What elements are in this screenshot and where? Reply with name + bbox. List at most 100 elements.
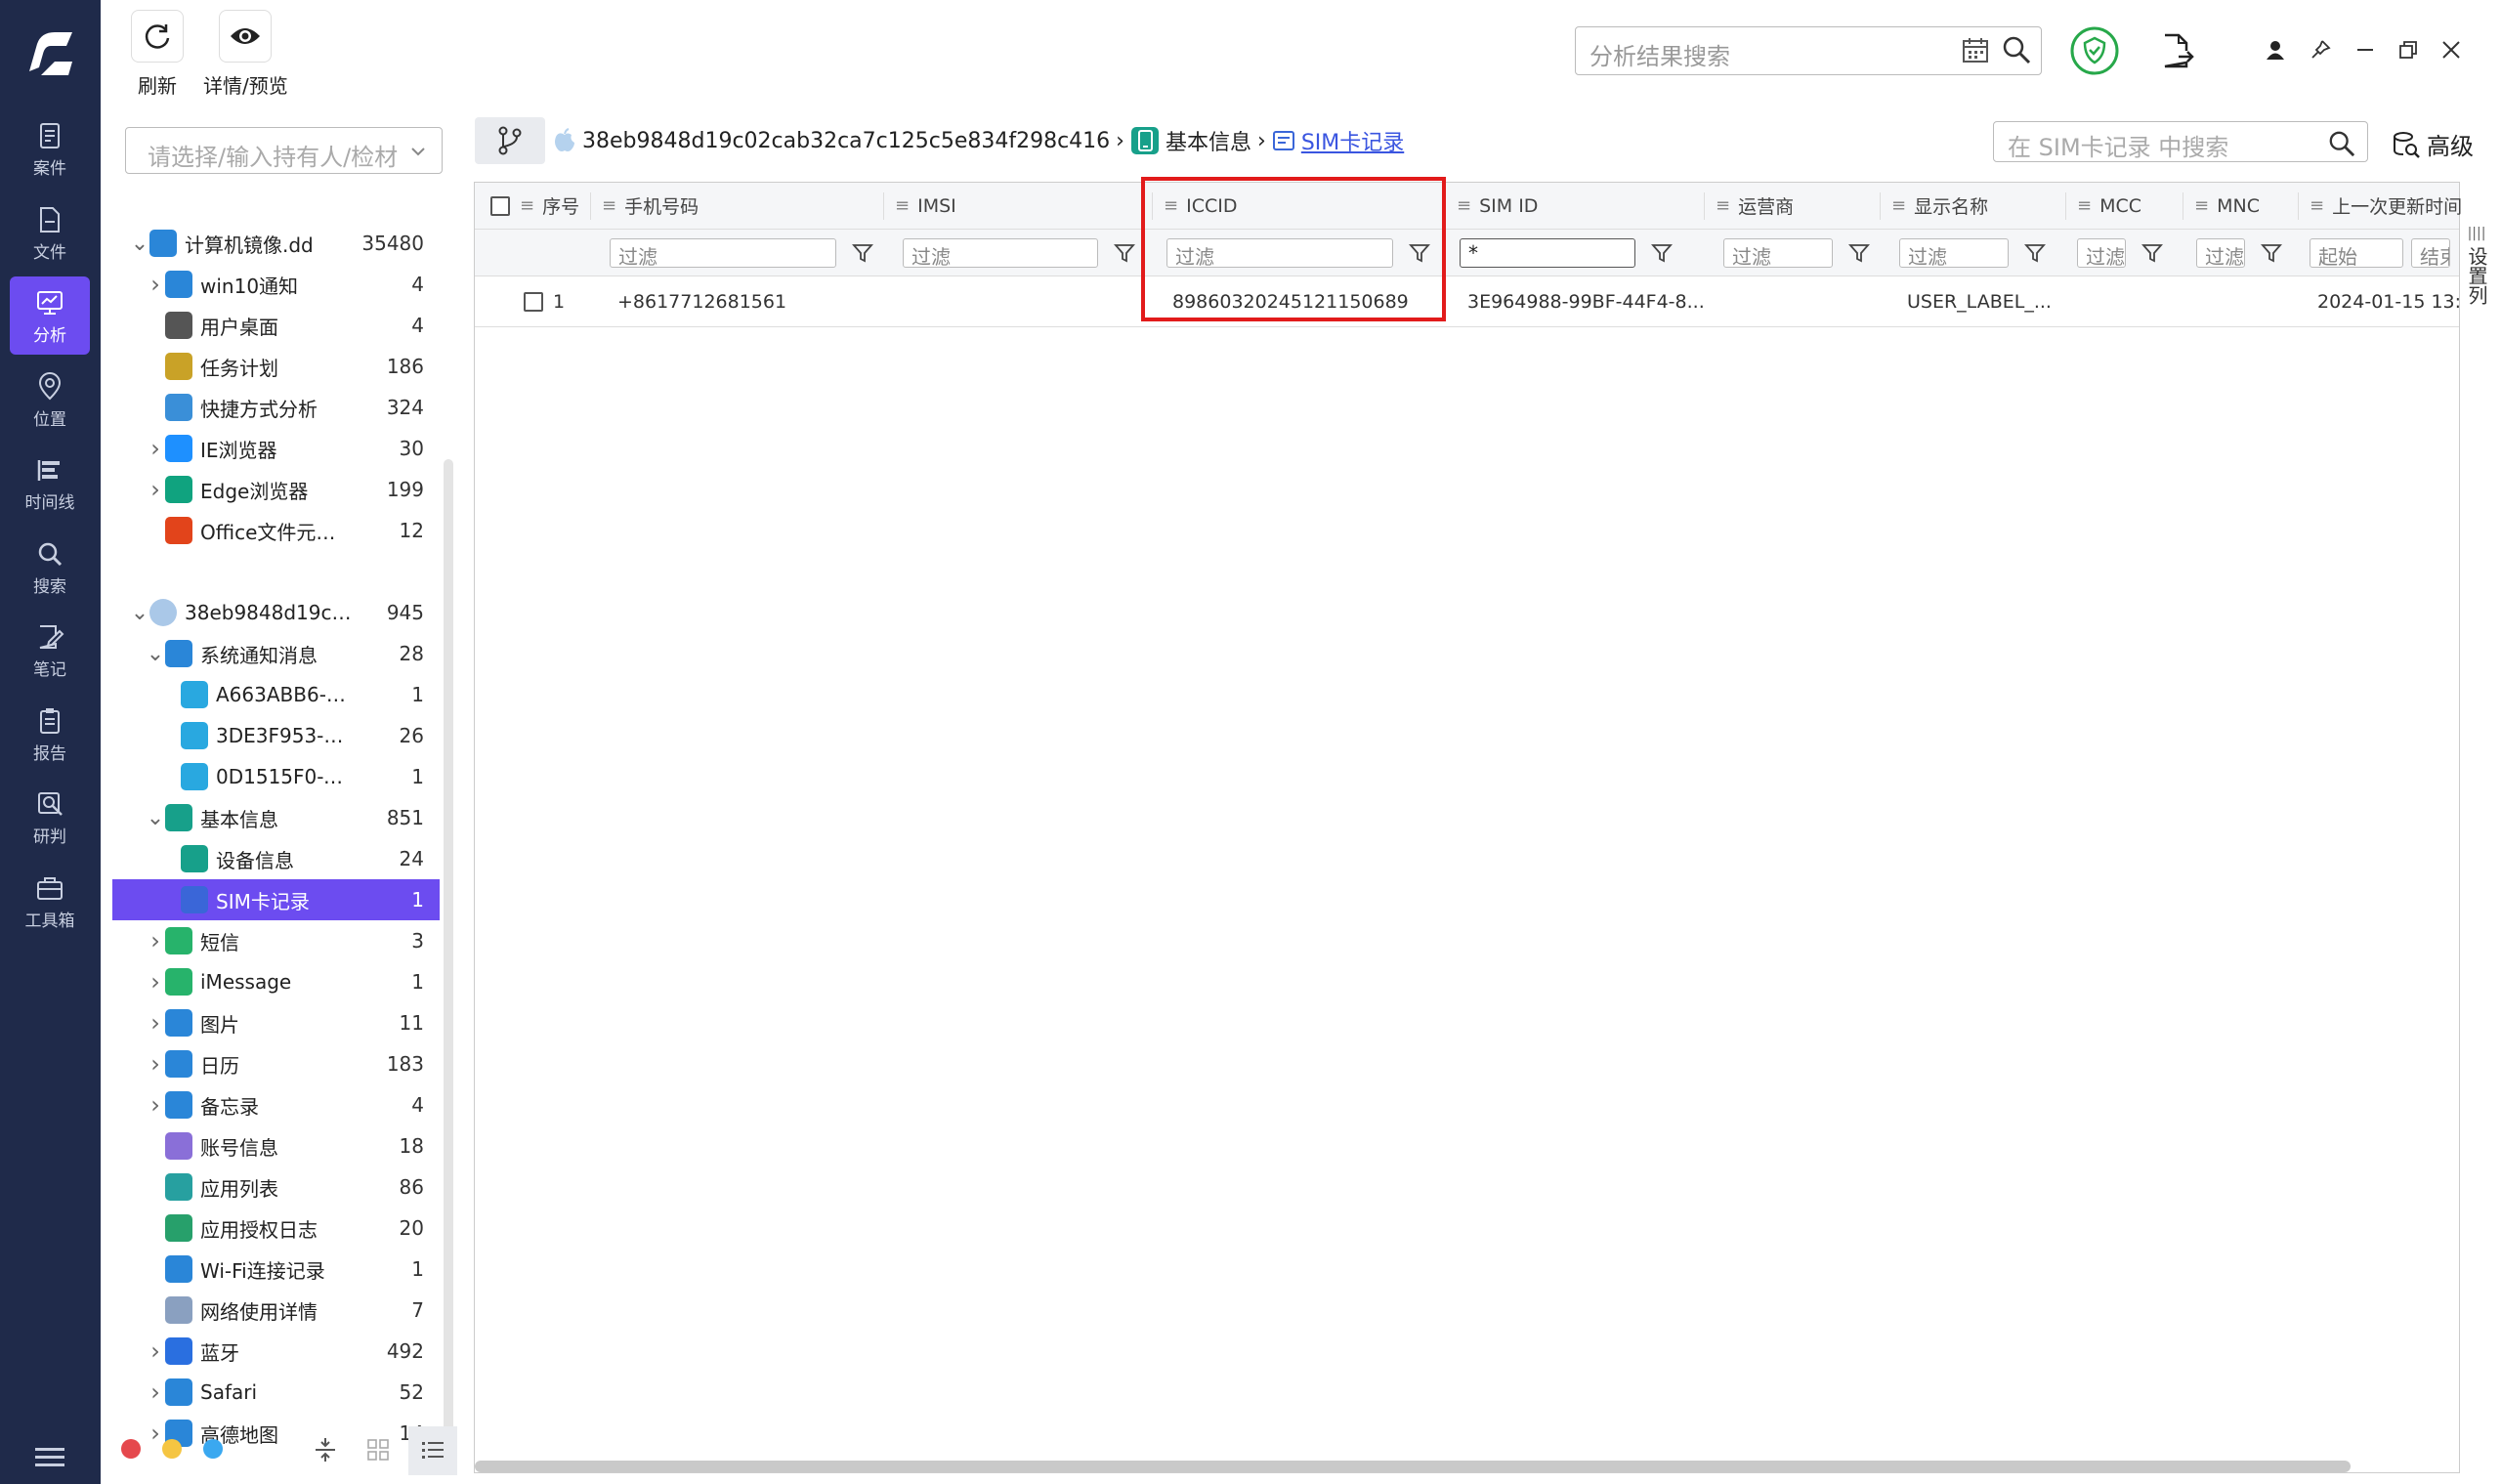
select-all-checkbox[interactable]: [490, 195, 510, 216]
breadcrumb-device[interactable]: 38eb9848d19c02cab32ca7c125c5e834f298c416: [582, 129, 1110, 153]
tree-scrollbar[interactable]: [444, 459, 453, 1436]
drag-handle-icon[interactable]: ≡: [520, 195, 534, 216]
breadcrumb-section[interactable]: 基本信息: [1166, 125, 1251, 156]
nav-item-timeline[interactable]: 时间线: [10, 444, 90, 522]
user-icon[interactable]: [2265, 39, 2286, 61]
column-header[interactable]: ≡ MNC: [2194, 183, 2305, 229]
column-divider[interactable]: [883, 192, 884, 220]
tree-item[interactable]: 3DE3F953-469... 26: [112, 715, 440, 756]
tree-item[interactable]: ⌄ 38eb9848d19c0... 945: [112, 592, 440, 633]
filter-input[interactable]: 结束: [2411, 237, 2450, 268]
column-divider[interactable]: [1704, 192, 1705, 220]
tree-item[interactable]: A663ABB6-29D... 1: [112, 674, 440, 715]
filter-icon[interactable]: [2261, 242, 2282, 264]
tree-item[interactable]: › win10通知 4: [112, 264, 440, 305]
filter-input[interactable]: 过滤: [903, 237, 1098, 268]
filter-input[interactable]: 过滤: [610, 237, 836, 268]
filter-icon[interactable]: [852, 242, 873, 264]
minimize-icon[interactable]: [2354, 39, 2376, 61]
column-divider[interactable]: [2065, 192, 2066, 220]
menu-icon[interactable]: [33, 1446, 66, 1469]
column-settings-tab[interactable]: |||| 设置列: [2461, 182, 2492, 1473]
drag-handle-icon[interactable]: ≡: [1457, 195, 1471, 216]
tree-item[interactable]: Office文件元信息 12: [112, 510, 440, 551]
tree-item[interactable]: SIM卡记录 1: [112, 879, 440, 920]
table-horizontal-scrollbar[interactable]: [475, 1461, 2351, 1472]
blue-dot-icon[interactable]: [202, 1438, 224, 1460]
expand-icon[interactable]: ›: [146, 1050, 165, 1078]
holder-select[interactable]: 请选择/输入持有人/检材: [125, 127, 443, 174]
tree-item[interactable]: › 短信 3: [112, 920, 440, 961]
tree-item[interactable]: 应用授权日志 20: [112, 1208, 440, 1249]
column-header[interactable]: ≡ 手机号码: [602, 183, 890, 229]
filter-icon[interactable]: [1848, 242, 1870, 264]
tree-item[interactable]: 快捷方式分析 324: [112, 387, 440, 428]
advanced-search-button[interactable]: 高级: [2392, 127, 2474, 161]
collapse-icon[interactable]: ⌄: [130, 601, 149, 625]
details-preview-button[interactable]: 详情/预览: [203, 10, 288, 99]
column-filter[interactable]: 结束: [2411, 230, 2450, 276]
filter-icon[interactable]: [2024, 242, 2046, 264]
branch-button[interactable]: [475, 117, 545, 164]
tree-item[interactable]: › Safari 52: [112, 1372, 440, 1413]
tree-item[interactable]: › 图片 11: [112, 1002, 440, 1043]
breadcrumb-current[interactable]: SIM卡记录: [1301, 125, 1404, 156]
filter-input[interactable]: 过滤: [2077, 237, 2126, 268]
column-filter[interactable]: 过滤: [903, 230, 1135, 276]
drag-handle-icon[interactable]: ≡: [2077, 195, 2092, 216]
drag-handle-icon[interactable]: ≡: [602, 195, 616, 216]
refresh-button[interactable]: 刷新: [131, 10, 184, 99]
export-file-icon[interactable]: [2161, 33, 2194, 70]
filter-input[interactable]: 过滤: [1723, 237, 1833, 268]
global-search-input[interactable]: 分析结果搜索: [1575, 26, 2042, 75]
tree-item[interactable]: 网络使用详情 7: [112, 1290, 440, 1331]
tree-item[interactable]: › 备忘录 4: [112, 1084, 440, 1125]
filter-input[interactable]: 过滤: [2196, 237, 2245, 268]
table-row[interactable]: 1 +8617712681561 89860320245121150689 3E964…: [475, 276, 2469, 327]
column-header[interactable]: ≡ 序号: [490, 183, 598, 229]
collapse-all-icon[interactable]: [314, 1436, 337, 1463]
drag-handle-icon[interactable]: ≡: [2194, 195, 2209, 216]
restore-icon[interactable]: [2397, 39, 2419, 61]
table-search-input[interactable]: 在 SIM卡记录 中搜索: [1993, 121, 2368, 162]
nav-item-analysis[interactable]: 分析: [10, 276, 90, 355]
filter-icon[interactable]: [1651, 242, 1673, 264]
nav-item-notes[interactable]: 笔记: [10, 611, 90, 689]
nav-item-file[interactable]: 文件: [10, 193, 90, 272]
nav-item-case[interactable]: 案件: [10, 109, 90, 188]
filter-input[interactable]: 过滤: [1899, 237, 2009, 268]
column-filter[interactable]: 起始: [2310, 230, 2403, 276]
column-divider[interactable]: [1880, 192, 1881, 220]
tree-item[interactable]: 账号信息 18: [112, 1125, 440, 1166]
search-icon[interactable]: [2328, 130, 2355, 157]
shield-check-icon[interactable]: [2069, 25, 2120, 76]
tree-item[interactable]: › 日历 183: [112, 1043, 440, 1084]
column-divider[interactable]: [590, 192, 591, 220]
collapse-icon[interactable]: ⌄: [130, 232, 149, 256]
column-filter[interactable]: 过滤: [1723, 230, 1870, 276]
yellow-dot-icon[interactable]: [161, 1438, 183, 1460]
grid-view-icon[interactable]: [366, 1438, 390, 1462]
column-filter[interactable]: 过滤: [1899, 230, 2046, 276]
close-icon[interactable]: [2440, 39, 2462, 61]
column-header[interactable]: ≡ 运营商: [1716, 183, 1886, 229]
row-checkbox[interactable]: [524, 291, 543, 312]
expand-icon[interactable]: ›: [146, 968, 165, 996]
collapse-icon[interactable]: ⌄: [146, 806, 165, 830]
tree-item[interactable]: › iMessage 1: [112, 961, 440, 1002]
filter-input[interactable]: 起始: [2310, 237, 2403, 268]
drag-handle-icon[interactable]: ≡: [1716, 195, 1730, 216]
drag-handle-icon[interactable]: ≡: [2310, 195, 2324, 216]
filter-icon[interactable]: [2141, 242, 2163, 264]
column-filter[interactable]: *: [1460, 230, 1673, 276]
tree-item[interactable]: Wi-Fi连接记录 1: [112, 1249, 440, 1290]
tree-item[interactable]: ⌄ 系统通知消息 28: [112, 633, 440, 674]
expand-icon[interactable]: ›: [146, 1337, 165, 1365]
filter-input[interactable]: *: [1460, 237, 1635, 268]
column-divider[interactable]: [2298, 192, 2299, 220]
drag-handle-icon[interactable]: ≡: [1891, 195, 1906, 216]
red-dot-icon[interactable]: [120, 1438, 142, 1460]
tree-item[interactable]: › 蓝牙 492: [112, 1331, 440, 1372]
search-icon[interactable]: [2002, 35, 2031, 64]
column-filter[interactable]: 过滤: [610, 230, 873, 276]
